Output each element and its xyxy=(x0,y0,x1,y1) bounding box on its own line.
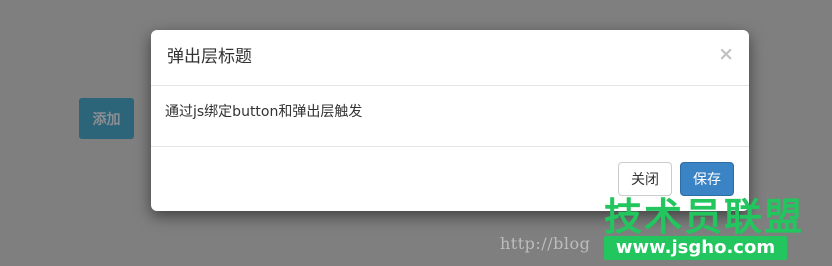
close-icon[interactable]: × xyxy=(718,44,734,64)
add-button[interactable]: 添加 xyxy=(79,98,134,139)
modal-header: 弹出层标题 × xyxy=(151,30,749,86)
brand-url-text: www.jsgho.com xyxy=(615,237,776,258)
brand-logo-text: 技术员联盟 xyxy=(604,195,805,239)
watermark-url-text: http://blog xyxy=(500,234,591,253)
modal-title: 弹出层标题 xyxy=(167,47,252,67)
save-button[interactable]: 保存 xyxy=(680,162,734,196)
modal-body-text: 通过js绑定button和弹出层触发 xyxy=(165,104,363,120)
close-button[interactable]: 关闭 xyxy=(618,162,672,196)
modal-dialog: 弹出层标题 × 通过js绑定button和弹出层触发 关闭 保存 xyxy=(151,30,749,211)
modal-body: 通过js绑定button和弹出层触发 xyxy=(151,86,749,147)
